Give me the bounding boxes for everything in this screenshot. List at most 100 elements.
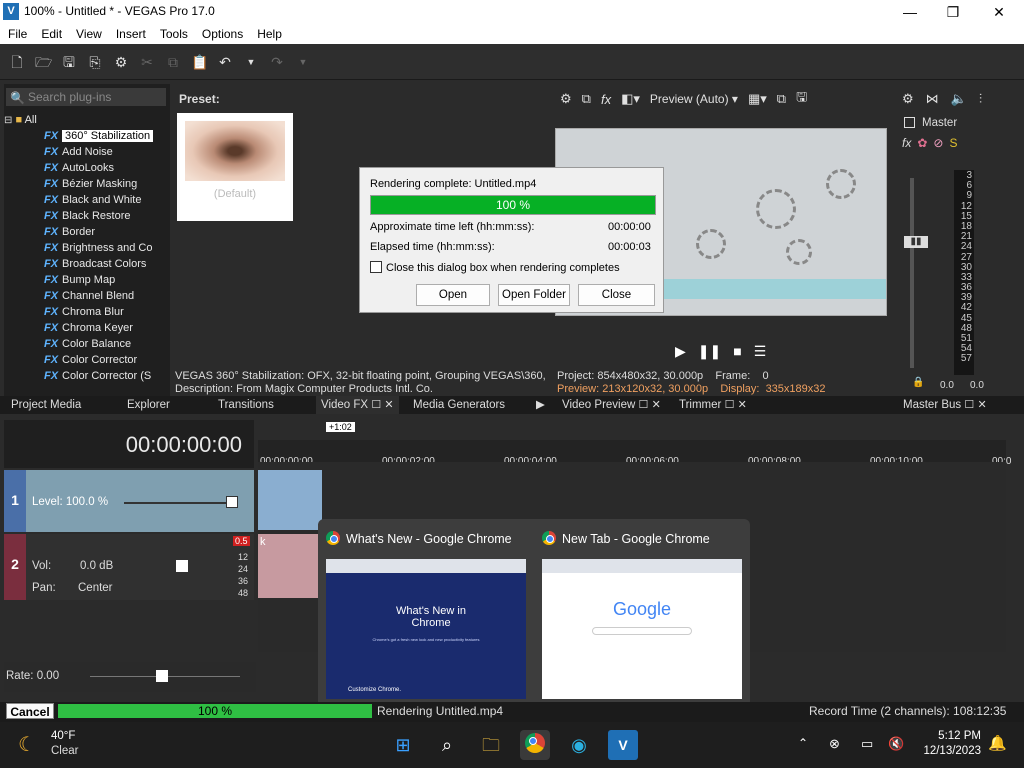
tab-explorer[interactable]: Explorer [127,396,170,414]
copy-snapshot-icon[interactable]: ⧉ [777,91,786,107]
tab-trimmer[interactable]: Trimmer ☐ ✕ [679,396,747,414]
close-on-complete-checkbox[interactable] [370,261,382,273]
overlays-grid-icon[interactable]: ▦▾ [748,91,767,107]
preview-settings-gear-icon[interactable]: ⚙ [560,91,572,107]
paste-icon[interactable]: 📋 [191,54,208,70]
menu-options[interactable]: Options [202,27,243,41]
close-window-button[interactable]: ✕ [985,2,1013,22]
chrome-window-1-title[interactable]: What's New - Google Chrome [326,531,512,546]
display-icon[interactable]: ▭ [861,736,873,752]
new-file-icon[interactable]: 🗋 [9,54,25,70]
chrome-icon[interactable] [520,730,550,760]
chrome-window-2-thumbnail[interactable]: Google [542,559,742,699]
undock-icon[interactable]: ☐ [725,399,735,411]
tab-video-preview[interactable]: Video Preview ☐ ✕ [562,396,661,414]
plugin-item[interactable]: FX Black Restore [4,208,166,224]
maximize-button[interactable]: ❐ [939,2,967,22]
speaker-icon[interactable]: 🔈 [951,91,967,107]
undock-icon[interactable]: ☐ [964,399,974,411]
plugin-item[interactable]: FX Bézier Masking [4,176,166,192]
mute-icon[interactable]: ⊘ [933,136,943,150]
plugin-item[interactable]: FX Border [4,224,166,240]
menu-view[interactable]: View [76,27,102,41]
vol-slider-handle[interactable] [176,560,188,572]
plugin-item[interactable]: FX Black and White [4,192,166,208]
undo-dropdown-icon[interactable]: ▼ [243,54,259,70]
plugin-item[interactable]: FX Chroma Blur [4,304,166,320]
open-folder-button[interactable]: Open Folder [498,284,570,306]
tree-root[interactable]: ⊟ ■ All [4,112,166,128]
tab-media-generators[interactable]: Media Generators [413,396,505,414]
open-button[interactable]: Open [416,284,490,306]
master-fader-handle[interactable]: ▮▮ [904,236,928,248]
file-explorer-icon[interactable]: 🗀 [476,730,506,760]
tab-video-fx[interactable]: Video FX ☐ ✕ [316,396,399,414]
chrome-window-2-title[interactable]: New Tab - Google Chrome [542,531,710,546]
master-fx-chain-icon[interactable]: fx [902,136,911,150]
redo-dropdown-icon[interactable]: ▼ [295,54,311,70]
video-fx-icon[interactable]: fx [601,92,611,107]
menu-tools[interactable]: Tools [160,27,188,41]
copy-icon[interactable]: ⧉ [165,54,181,70]
show-hidden-icons-chevron-icon[interactable]: ⌃ [798,736,808,750]
redo-icon[interactable]: ↷ [269,54,285,70]
plugin-item[interactable]: FX Color Balance [4,336,166,352]
tab-scroll-right-icon[interactable]: ▶ [536,396,545,414]
plugin-item[interactable]: FX Color Corrector (S [4,368,166,382]
master-properties-gear-icon[interactable]: ⚙ [902,91,914,107]
undo-icon[interactable]: ↶ [217,54,233,70]
plugin-search-input[interactable]: 🔍 Search plug-ins [6,88,166,106]
close-tab-icon[interactable]: ✕ [977,399,986,411]
solo-icon[interactable]: S [949,136,957,150]
close-tab-icon[interactable]: ✕ [652,399,661,411]
undock-icon[interactable]: ☐ [639,399,649,411]
timeline-ruler[interactable]: 00:00:00;0000:00:02;0000:00:04;0000:00:0… [258,440,1011,467]
close-tab-icon[interactable]: ✕ [738,399,747,411]
video-clip[interactable] [258,470,322,530]
pause-icon[interactable]: ❚❚ [698,343,721,360]
stop-icon[interactable]: ■ [733,343,741,359]
external-monitor-icon[interactable]: ⧉ [582,91,591,107]
render-as-icon[interactable]: ⎘ [87,54,103,70]
audio-track-2[interactable]: 2 0.5 Vol: 0.0 dB Pan: Center 12 24 36 48 [4,534,254,600]
tab-project-media[interactable]: Project Media [11,396,81,414]
plugin-item[interactable]: FX Add Noise [4,144,166,160]
rate-slider-handle[interactable] [156,670,168,682]
volume-icon[interactable]: 🔇 [888,736,904,752]
split-screen-icon[interactable]: ◧▾ [621,91,640,107]
cancel-render-button[interactable]: Cancel [6,703,54,719]
vegas-taskbar-icon[interactable]: V [608,730,638,760]
save-icon[interactable]: 🖫 [61,54,77,70]
menu-edit[interactable]: Edit [41,27,62,41]
edge-icon[interactable]: ◉ [564,730,594,760]
plugin-item[interactable]: FX Channel Blend [4,288,166,304]
network-icon[interactable]: ⊗ [829,736,840,752]
weather-moon-icon[interactable]: ☾ [18,732,36,757]
tab-master-bus[interactable]: Master Bus ☐ ✕ [903,396,987,414]
master-checkbox[interactable] [904,117,915,128]
tab-transitions[interactable]: Transitions [218,396,274,414]
minimize-button[interactable]: — [896,2,924,22]
plugin-item[interactable]: FX Broadcast Colors [4,256,166,272]
weather-temp[interactable]: 40°F [51,730,75,742]
mixer-icon[interactable]: ⫶ [979,91,982,107]
play-icon[interactable]: ▶ [675,343,686,360]
clock-date[interactable]: 12/13/2023 [915,745,981,757]
search-icon[interactable]: ⌕ [432,730,462,760]
preview-quality-dropdown[interactable]: Preview (Auto) ▾ [650,92,738,106]
plugin-item[interactable]: FX Bump Map [4,272,166,288]
level-slider[interactable] [124,502,236,504]
notification-bell-icon[interactable]: 🔔 [988,734,1007,752]
close-tab-icon[interactable]: ✕ [384,399,393,411]
menu-file[interactable]: File [8,27,27,41]
open-folder-icon[interactable]: 🗁 [35,54,52,70]
lock-icon[interactable]: 🔒 [912,377,924,388]
properties-gear-icon[interactable]: ⚙ [113,54,129,70]
save-snapshot-icon[interactable]: 🖫 [796,88,807,110]
menu-insert[interactable]: Insert [116,27,146,41]
plugin-item[interactable]: FX AutoLooks [4,160,166,176]
transport-menu-icon[interactable]: ☰ [754,343,767,360]
plugin-item[interactable]: FX Color Corrector [4,352,166,368]
audio-clip[interactable]: k [258,534,322,598]
undock-icon[interactable]: ☐ [371,399,381,411]
